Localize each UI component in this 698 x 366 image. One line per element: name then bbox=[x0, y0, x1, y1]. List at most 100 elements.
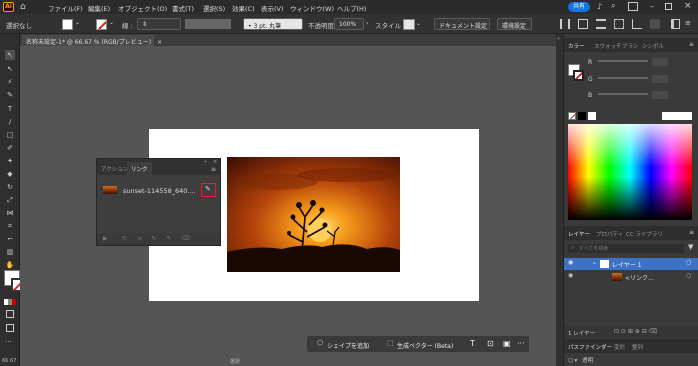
tab-transform[interactable]: 変形 bbox=[614, 343, 625, 351]
pen-tool-icon[interactable]: ✎ bbox=[5, 90, 15, 100]
menu-select[interactable]: 選択(S) bbox=[203, 3, 225, 13]
menu-file[interactable]: ファイル(F) bbox=[48, 3, 83, 13]
layer-name[interactable]: レイヤー 1 bbox=[612, 260, 642, 269]
rectangle-tool-icon[interactable]: □ bbox=[5, 130, 15, 140]
layer-row[interactable]: ◉ ⌄ レイヤー 1 ○ bbox=[564, 258, 698, 270]
layer-target-icon[interactable]: ○ bbox=[686, 259, 691, 266]
goto-icon[interactable]: ⇲ bbox=[137, 235, 142, 242]
illustrator-logo[interactable]: Ai bbox=[3, 2, 14, 12]
tab-color[interactable]: カラー bbox=[568, 42, 585, 50]
opacity-tab[interactable]: 透明 bbox=[582, 358, 593, 364]
visibility-eye-icon[interactable]: ◉ bbox=[568, 272, 573, 279]
image-icon[interactable]: ▣ bbox=[503, 339, 511, 348]
line-tool-icon[interactable]: / bbox=[5, 117, 15, 127]
magic-wand-icon[interactable]: ⚡ bbox=[5, 77, 15, 87]
document-setup-button[interactable]: ドキュメント設定 bbox=[434, 18, 490, 30]
free-transform-icon[interactable]: ⌗ bbox=[5, 221, 15, 231]
draw-mode-icon[interactable] bbox=[6, 310, 14, 318]
arrange-icon[interactable] bbox=[650, 19, 660, 29]
type-icon[interactable]: T bbox=[470, 339, 475, 348]
search-icon[interactable]: ⌕ bbox=[611, 1, 615, 11]
menu-help[interactable]: ヘルプ(H) bbox=[337, 3, 366, 13]
zoom-level[interactable]: 66.67 bbox=[2, 358, 16, 364]
selection-tool-icon[interactable]: ↖ bbox=[5, 50, 15, 60]
menu-object[interactable]: オブジェクト(O) bbox=[118, 3, 167, 13]
add-shape-button[interactable]: シェイプを追加 bbox=[327, 341, 369, 350]
panel-menu-icon[interactable]: ≡ bbox=[211, 166, 216, 173]
maximize-icon[interactable] bbox=[665, 3, 672, 10]
tab-links[interactable]: リンク bbox=[127, 162, 152, 175]
shaper-tool-icon[interactable]: ✦ bbox=[5, 156, 15, 166]
play-icon[interactable]: ▶ bbox=[103, 235, 108, 242]
white-swatch[interactable] bbox=[588, 112, 596, 120]
tab-cc-libraries[interactable]: CC ライブラリ bbox=[626, 230, 663, 238]
menu-type[interactable]: 書式(T) bbox=[172, 3, 194, 13]
channel-r-value[interactable] bbox=[652, 58, 668, 66]
tab-symbols[interactable]: シンボル bbox=[642, 42, 664, 50]
opacity-field[interactable]: 100% bbox=[334, 18, 364, 30]
panel-menu-icon[interactable]: ≡ bbox=[685, 19, 691, 27]
more-icon[interactable]: ··· bbox=[517, 339, 525, 348]
delete-icon[interactable]: ⌫ bbox=[181, 235, 189, 242]
graph-tool-icon[interactable]: ▥ bbox=[5, 247, 15, 257]
generative-vector-button[interactable]: 生成ベクター (Beta) bbox=[397, 341, 453, 350]
home-icon[interactable]: ⌂ bbox=[20, 2, 26, 12]
color-mode-icon[interactable] bbox=[4, 299, 16, 305]
variable-width-profile[interactable] bbox=[185, 19, 231, 29]
relink-icon[interactable]: ⟲ bbox=[122, 235, 127, 242]
filter-icon[interactable]: ▼ bbox=[688, 243, 693, 251]
edit-icon[interactable]: ✎ bbox=[166, 235, 171, 242]
channel-g-slider[interactable] bbox=[598, 77, 648, 79]
graph-icon[interactable] bbox=[632, 19, 642, 29]
update-icon[interactable]: ↻ bbox=[151, 235, 156, 242]
document-tab[interactable]: 名称未設定-1* @ 66.67 % (RGB/プレビュー) × bbox=[22, 35, 162, 46]
tab-layers[interactable]: レイヤー bbox=[568, 230, 590, 238]
collapse-dock-icon[interactable]: « bbox=[557, 36, 560, 42]
layers-search-input[interactable] bbox=[579, 244, 679, 253]
bell-icon[interactable]: ♪ bbox=[597, 2, 602, 11]
tab-properties[interactable]: プロパティ bbox=[596, 230, 623, 238]
color-stroke-swatch[interactable] bbox=[573, 70, 584, 81]
menu-effect[interactable]: 効果(C) bbox=[232, 3, 255, 13]
style-dropdown-icon[interactable]: ⌄ bbox=[416, 20, 421, 27]
type-tool-icon[interactable]: T bbox=[5, 104, 15, 114]
workspace-icon[interactable] bbox=[628, 2, 638, 11]
layer-name[interactable]: <リンク... bbox=[625, 273, 654, 282]
fill-swatch[interactable] bbox=[62, 19, 73, 30]
channel-g-value[interactable] bbox=[652, 75, 668, 83]
screen-mode-icon[interactable] bbox=[6, 324, 14, 332]
color-spectrum[interactable] bbox=[568, 124, 692, 220]
tab-close-icon[interactable]: × bbox=[157, 39, 162, 46]
panel-close-icon[interactable]: × bbox=[213, 159, 217, 165]
stroke-dropdown-icon[interactable]: ⌄ bbox=[109, 19, 114, 26]
brush-definition[interactable]: • 3 pt. 丸筆 bbox=[243, 18, 303, 30]
scale-tool-icon[interactable]: ⤢ bbox=[5, 195, 15, 205]
layer-target-icon[interactable]: ○ bbox=[686, 272, 691, 279]
tab-brushes[interactable]: ブラシ bbox=[622, 42, 638, 50]
stroke-swatch[interactable] bbox=[96, 19, 107, 30]
opacity-arrow-icon[interactable]: › bbox=[366, 20, 368, 27]
place-icon[interactable]: ⊡ bbox=[487, 339, 494, 348]
tab-align[interactable]: 整列 bbox=[632, 343, 643, 351]
isolate-icon[interactable] bbox=[614, 19, 624, 29]
blend-mode-icon[interactable]: ⬡ ▾ bbox=[568, 358, 577, 364]
fill-dropdown-icon[interactable]: ⌄ bbox=[75, 19, 80, 26]
layers-search-field[interactable]: ⌕ bbox=[568, 244, 684, 253]
eraser-tool-icon[interactable]: ◆ bbox=[5, 169, 15, 179]
tab-actions[interactable]: アクション bbox=[101, 165, 128, 173]
transform-icon[interactable] bbox=[578, 19, 588, 29]
link-edit-highlight[interactable]: ✎ bbox=[201, 183, 216, 197]
visibility-eye-icon[interactable]: ◉ bbox=[568, 259, 573, 266]
hand-tool-icon[interactable]: ✋ bbox=[5, 260, 15, 270]
close-window-icon[interactable]: × bbox=[684, 1, 692, 11]
link-item-name[interactable]: sunset-114558_640.... bbox=[123, 187, 196, 195]
share-button[interactable]: 共有 bbox=[568, 2, 590, 12]
minimize-icon[interactable]: – bbox=[650, 2, 654, 11]
panel-collapse-icon[interactable]: » bbox=[204, 159, 207, 165]
black-swatch[interactable] bbox=[578, 112, 586, 120]
rotate-tool-icon[interactable]: ↻ bbox=[5, 182, 15, 192]
panel-layout-icon[interactable] bbox=[671, 19, 680, 29]
brush-tool-icon[interactable]: ✐ bbox=[5, 143, 15, 153]
placed-image-sunset[interactable] bbox=[227, 157, 400, 272]
menu-window[interactable]: ウィンドウ(W) bbox=[290, 3, 334, 13]
